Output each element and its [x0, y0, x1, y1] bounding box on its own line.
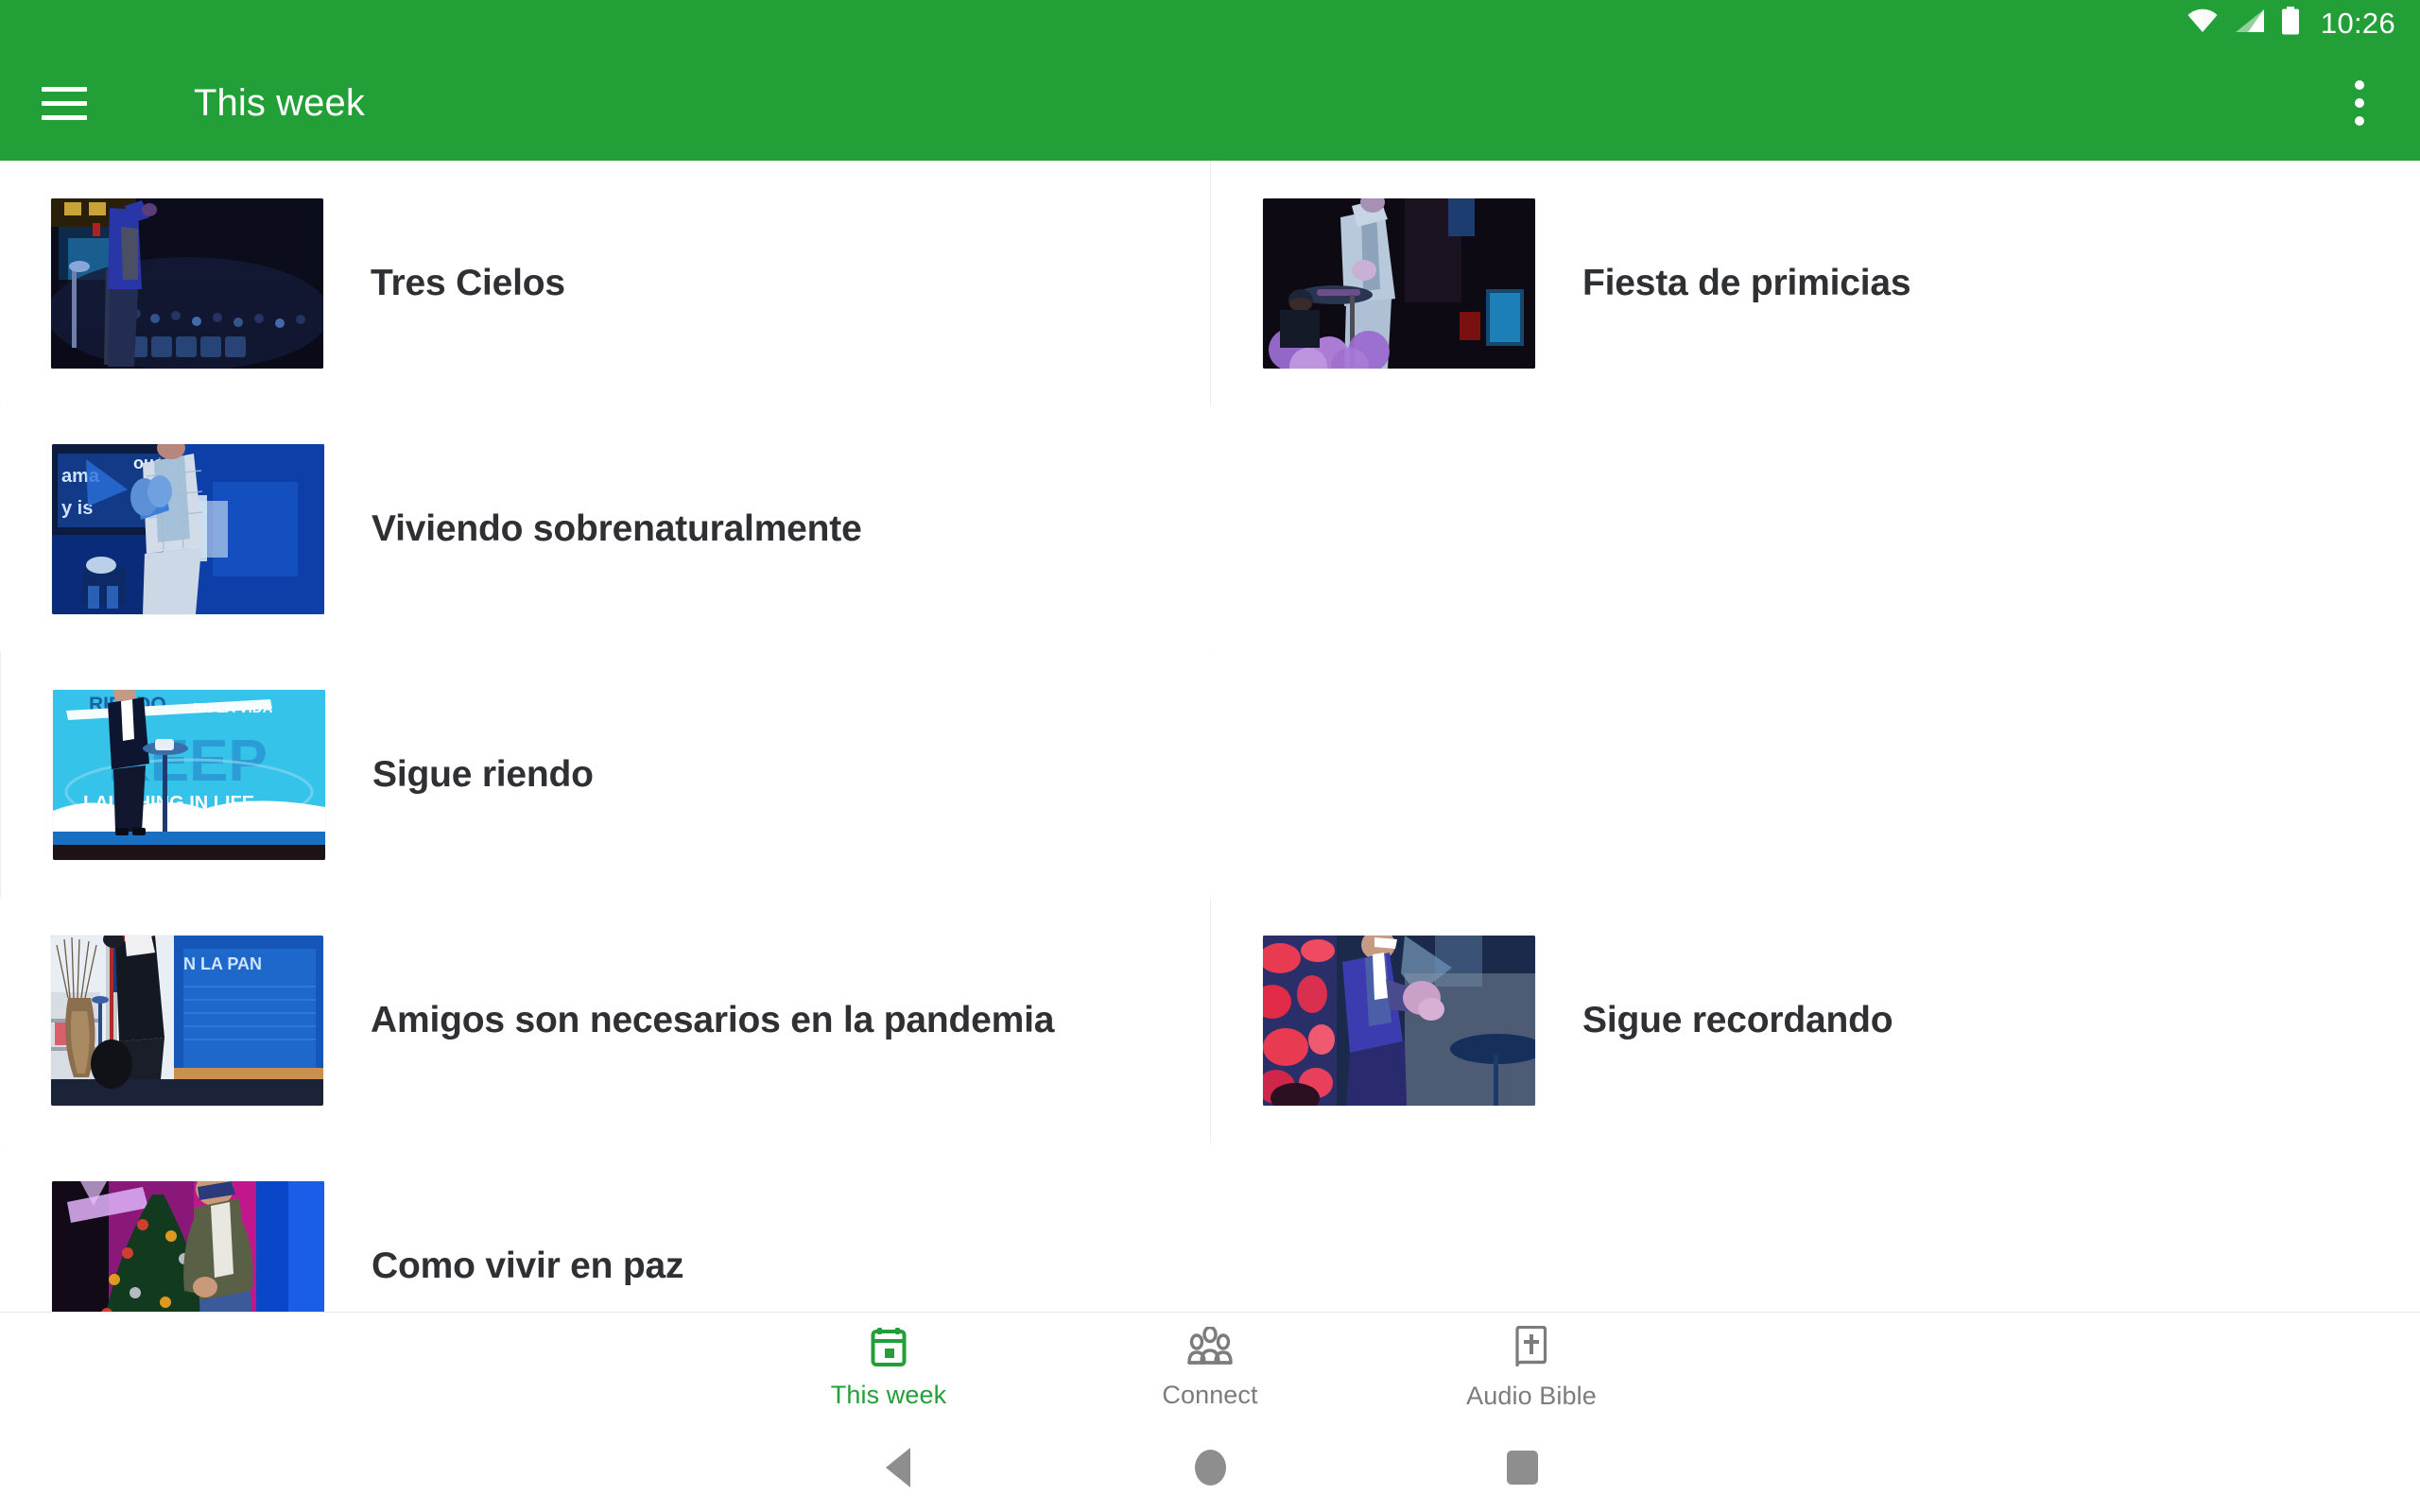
calendar-icon [871, 1327, 907, 1371]
hamburger-menu-icon[interactable] [42, 77, 95, 129]
list-item[interactable]: ama y is ous [1, 406, 1211, 652]
page-title: This week [194, 81, 365, 124]
message-grid: Tres Cielos Fiesta de primicias ama y is… [0, 161, 2420, 1312]
thumbnail-image: RIENDO EN LA VIDA KEEP LAUGHING IN LIFE [53, 690, 325, 860]
list-item-title: Amigos son necesarios en la pandemia [371, 1000, 1055, 1040]
android-system-navigation [0, 1423, 2420, 1512]
list-item[interactable]: RIENDO EN LA VIDA KEEP LAUGHING IN LIFE [0, 652, 1210, 898]
list-item[interactable]: Sigue recordando [1210, 898, 2420, 1143]
thumbnail-image [1263, 936, 1535, 1106]
thumbnail-image [1263, 198, 1535, 369]
list-item-title: Como vivir en paz [372, 1246, 684, 1286]
nav-item-audio-bible[interactable]: Audio Bible [1371, 1325, 1692, 1411]
row-divider [1210, 652, 1211, 653]
bible-book-icon [1514, 1325, 1548, 1372]
list-item[interactable]: Tres Cielos [0, 161, 1210, 406]
bottom-navigation: This week Connect Audio Bible [0, 1312, 2420, 1423]
nav-label: This week [830, 1380, 947, 1409]
svg-text:N LA PAN: N LA PAN [183, 954, 262, 973]
content-list[interactable]: Tres Cielos Fiesta de primicias ama y is… [0, 161, 2420, 1312]
people-group-icon [1187, 1325, 1233, 1371]
thumbnail-image [51, 198, 323, 369]
nav-label: Connect [1162, 1380, 1258, 1409]
thumbnail-image [52, 1181, 324, 1312]
thumbnail-image: N LA PAN [51, 936, 323, 1106]
cellular-signal-icon [2235, 9, 2265, 38]
nav-label: Audio Bible [1466, 1381, 1597, 1410]
overflow-menu-icon[interactable] [2333, 72, 2386, 134]
list-item[interactable]: Como vivir en paz [1, 1143, 1211, 1312]
back-triangle-icon[interactable] [742, 1448, 1054, 1487]
list-item-title: Sigue recordando [1582, 1000, 1893, 1040]
battery-icon [2281, 6, 2300, 40]
status-clock: 10:26 [2320, 6, 2395, 40]
nav-item-connect[interactable]: Connect [1049, 1325, 1371, 1410]
home-circle-icon[interactable] [1054, 1450, 1366, 1486]
status-bar: 10:26 [0, 0, 2420, 45]
list-item[interactable]: N LA PAN Amigos son necesarios en la pan… [0, 898, 1210, 1143]
list-item-title: Viviendo sobrenaturalmente [372, 508, 862, 549]
recents-square-icon[interactable] [1366, 1451, 1678, 1485]
app-root: 10:26 This week Tres Cielos Fiesta de pr… [0, 0, 2420, 1512]
list-item-title: Tres Cielos [371, 263, 565, 303]
list-item[interactable]: Fiesta de primicias [1210, 161, 2420, 406]
thumbnail-image: ama y is ous [52, 444, 324, 614]
list-item-title: Sigue riendo [372, 754, 594, 795]
list-item-title: Fiesta de primicias [1582, 263, 1911, 303]
nav-item-this-week[interactable]: This week [728, 1327, 1049, 1410]
wifi-icon [2187, 9, 2219, 38]
app-bar: This week [0, 45, 2420, 161]
